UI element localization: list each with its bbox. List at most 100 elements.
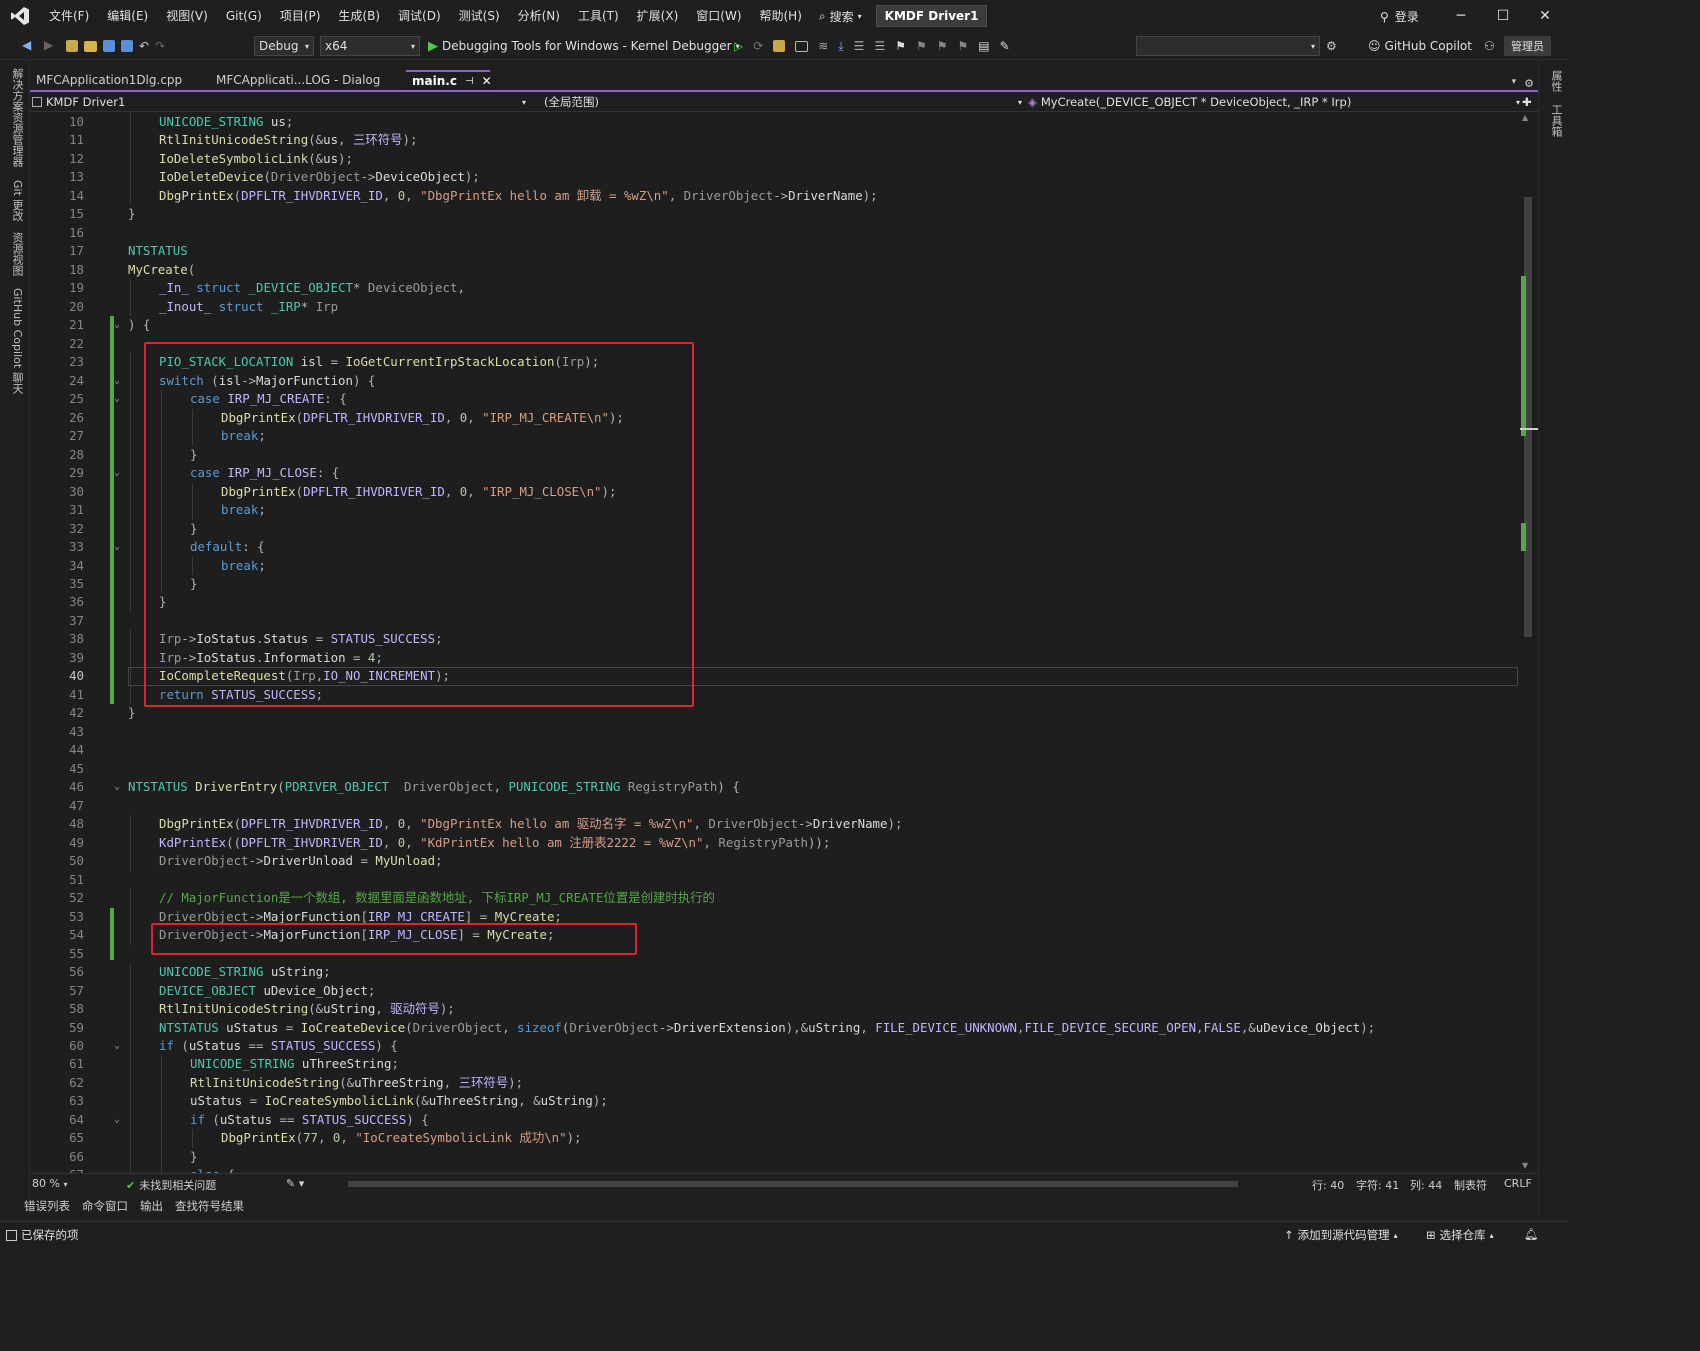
settings-icon[interactable]: ⚙ [1524, 77, 1534, 90]
code-line[interactable]: 67 else { [30, 1166, 1520, 1173]
code-line[interactable]: 45 [30, 760, 1520, 779]
forward-icon[interactable]: ▶ [44, 38, 60, 54]
close-tab-icon[interactable]: ✕ [482, 74, 492, 88]
menu-item[interactable]: 分析(N) [509, 0, 569, 32]
code-line[interactable]: 21 ⌄) { [30, 316, 1520, 335]
code-line[interactable]: 52 // MajorFunction是一个数组, 数据里面是函数地址, 下标IR… [30, 889, 1520, 908]
copilot-chat-tab[interactable]: GitHub Copilot 聊天 [9, 288, 25, 394]
tab-mfcapplication1dlg-cpp[interactable]: MFCApplication1Dlg.cpp [30, 70, 210, 90]
code-line[interactable]: 47 [30, 797, 1520, 816]
code-line[interactable]: 49 KdPrintEx((DPFLTR_IHVDRIVER_ID, 0, "Kd… [30, 834, 1520, 853]
code-line[interactable]: 18 MyCreate( [30, 261, 1520, 280]
fold-chevron-icon[interactable]: ⌄ [114, 316, 120, 335]
menu-item[interactable]: 生成(B) [329, 0, 389, 32]
minimize-button[interactable]: ─ [1440, 0, 1482, 32]
code-line[interactable]: 17 NTSTATUS [30, 242, 1520, 261]
code-line[interactable]: 48 DbgPrintEx(DPFLTR_IHVDRIVER_ID, 0, "Db… [30, 815, 1520, 834]
menu-item[interactable]: 项目(P) [271, 0, 330, 32]
extensions-icon[interactable]: ⚙ [1326, 39, 1337, 53]
find-dropdown[interactable]: ▾ [1136, 36, 1320, 56]
scope-dropdown[interactable]: (全局范围) ▾ [544, 93, 1022, 111]
hot-reload-icon[interactable]: ⟳ [753, 39, 763, 53]
menu-item[interactable]: 扩展(X) [628, 0, 688, 32]
code-line[interactable]: 57 DEVICE_OBJECT uDevice_Object; [30, 982, 1520, 1001]
member-dropdown[interactable]: ◈ MyCreate(_DEVICE_OBJECT * DeviceObject,… [1028, 93, 1520, 111]
outdent-icon[interactable]: ☰ [874, 39, 885, 53]
code-line[interactable]: 51 [30, 871, 1520, 890]
code-line[interactable]: 16 [30, 224, 1520, 243]
bookmark-clear-icon[interactable]: ⚑ [958, 39, 969, 53]
fold-chevron-icon[interactable]: ⌄ [114, 464, 120, 483]
bookmark-icon[interactable]: ⚑ [895, 39, 906, 53]
login-button[interactable]: ⚲ 登录 [1380, 8, 1419, 25]
brush-icon[interactable]: ✎ ▾ [286, 1177, 304, 1190]
comment-icon[interactable]: ▤ [978, 39, 989, 53]
menu-item[interactable]: 编辑(E) [98, 0, 157, 32]
code-line[interactable]: 65 DbgPrintEx(77, 0, "IoCreateSymbolicLin… [30, 1129, 1520, 1148]
maximize-button[interactable]: ☐ [1482, 0, 1524, 32]
code-line[interactable]: 20 _Inout_ struct _IRP* Irp [30, 298, 1520, 317]
code-line[interactable]: 14 DbgPrintEx(DPFLTR_IHVDRIVER_ID, 0, "Db… [30, 187, 1520, 206]
save-all-icon[interactable] [121, 40, 133, 52]
code-area[interactable]: 10 UNICODE_STRING us; 11 RtlInitUnicodeStri… [30, 113, 1520, 1173]
tabs-indicator[interactable]: 制表符 [1454, 1177, 1487, 1193]
new-project-icon[interactable] [66, 40, 78, 52]
start-debugging-button[interactable]: ▶ Debugging Tools for Windows - Kernel D… [428, 36, 740, 56]
code-line[interactable]: 61 UNICODE_STRING uThreeString; [30, 1055, 1520, 1074]
select-repository-button[interactable]: ⊞ 选择仓库 ▴ [1426, 1227, 1494, 1243]
code-line[interactable]: 10 UNICODE_STRING us; [30, 113, 1520, 132]
git-changes-tab[interactable]: Git 更改 [9, 180, 25, 221]
menu-item[interactable]: 测试(S) [450, 0, 509, 32]
code-line[interactable]: 43 [30, 723, 1520, 742]
save-icon[interactable] [103, 40, 115, 52]
code-line[interactable]: 50 DriverObject->DriverUnload = MyUnload; [30, 852, 1520, 871]
fold-chevron-icon[interactable]: ⌄ [114, 390, 120, 409]
pin-icon[interactable]: ⊣ [465, 76, 474, 87]
tab-command-window[interactable]: 命令窗口 [82, 1198, 128, 1214]
github-copilot-button[interactable]: ☺ GitHub Copilot ⚇ [1368, 36, 1495, 56]
code-line[interactable]: 60 ⌄ if (uStatus == STATUS_SUCCESS) { [30, 1037, 1520, 1056]
code-line[interactable]: 58 RtlInitUnicodeString(&uString, 驱动符号); [30, 1000, 1520, 1019]
fold-chevron-icon[interactable]: ⌄ [114, 372, 120, 391]
split-editor-icon[interactable]: ✚ [1522, 93, 1536, 111]
close-window-button[interactable]: ✕ [1524, 0, 1566, 32]
menu-item[interactable]: 调试(D) [389, 0, 450, 32]
open-file-icon[interactable] [84, 40, 97, 52]
fold-chevron-icon[interactable]: ⌄ [114, 538, 120, 557]
code-line[interactable]: 63 uStatus = IoCreateSymbolicLink(&uThree… [30, 1092, 1520, 1111]
code-icon[interactable]: ≋ [818, 39, 828, 53]
configuration-dropdown[interactable]: Debug ▾ [254, 36, 314, 56]
code-line[interactable]: 12 IoDeleteSymbolicLink(&us); [30, 150, 1520, 169]
code-line[interactable]: 11 RtlInitUnicodeString(&us, 三环符号); [30, 131, 1520, 150]
eol-indicator[interactable]: CRLF [1504, 1177, 1532, 1190]
horizontal-scrollbar[interactable] [336, 1179, 1286, 1189]
fold-chevron-icon[interactable]: ⌄ [114, 1037, 120, 1056]
fold-chevron-icon[interactable]: ⌄ [114, 1111, 120, 1130]
code-line[interactable]: 15} [30, 205, 1520, 224]
vertical-scrollbar[interactable]: ▲ ▼ [1520, 113, 1538, 1173]
indent-icon[interactable]: ☰ [854, 39, 865, 53]
code-line[interactable]: 62 RtlInitUnicodeString(&uThreeString, 三环… [30, 1074, 1520, 1093]
toolbox-tab[interactable]: 工具箱 [1548, 104, 1564, 137]
tab-error-list[interactable]: 错误列表 [24, 1198, 70, 1214]
layout-icon[interactable] [795, 40, 809, 52]
menu-item[interactable]: 视图(V) [157, 0, 217, 32]
undo-icon[interactable]: ↶ [139, 39, 149, 53]
tab-main-c[interactable]: main.c ⊣ ✕ [406, 70, 492, 90]
redo-icon[interactable]: ↷ [155, 39, 165, 53]
step-icon[interactable]: ⤓ [838, 39, 843, 54]
solution-explorer-tab[interactable]: 解决方案资源管理器 [9, 68, 25, 167]
code-line[interactable]: 42} [30, 704, 1520, 723]
code-line[interactable]: 66} [30, 1148, 1520, 1167]
format-icon[interactable]: ✎ [1000, 39, 1010, 53]
add-to-source-control-button[interactable]: ↑ 添加到源代码管理 ▴ [1284, 1227, 1398, 1243]
back-icon[interactable]: ◀ [22, 38, 38, 54]
platform-dropdown[interactable]: x64 ▾ [320, 36, 420, 56]
code-editor[interactable]: 10 UNICODE_STRING us; 11 RtlInitUnicodeStri… [30, 113, 1538, 1173]
tab-find-symbol-results[interactable]: 查找符号结果 [175, 1198, 244, 1214]
code-line[interactable]: 19 _In_ struct _DEVICE_OBJECT* DeviceObje… [30, 279, 1520, 298]
start-without-debugging-icon[interactable]: ▷ [734, 39, 743, 53]
hscroll-thumb[interactable] [348, 1181, 1238, 1187]
scroll-down-icon[interactable]: ▼ [1522, 1161, 1528, 1170]
code-line[interactable]: 46 ⌄ NTSTATUS DriverEntry(PDRIVER_OBJECT D… [30, 778, 1520, 797]
